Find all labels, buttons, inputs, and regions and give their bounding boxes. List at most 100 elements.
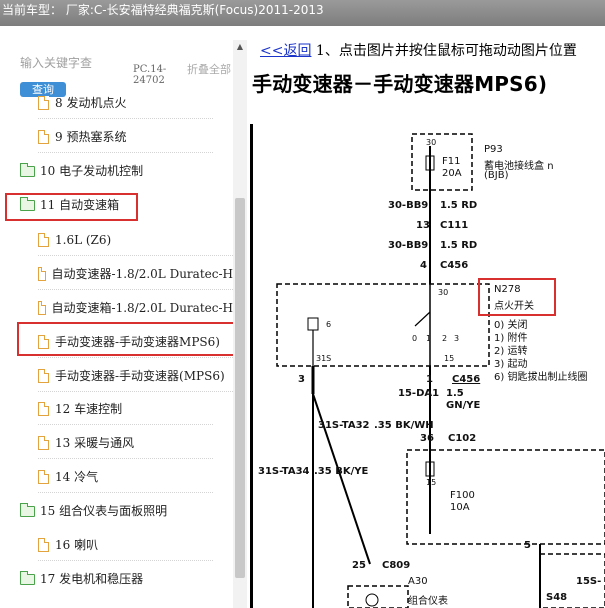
tree-item-glow-plug[interactable]: 9 预热塞系统 xyxy=(38,122,213,153)
tree-item-label: 10 电子发动机控制 xyxy=(40,164,144,178)
folder-icon xyxy=(20,570,35,585)
label-f11-amp: 20A xyxy=(442,168,462,179)
highlight-box-auto-transmission xyxy=(5,193,138,221)
document-icon xyxy=(38,267,46,281)
tree-item-label: 17 发电机和稳压器 xyxy=(40,572,144,586)
label-sw-2: 2 xyxy=(442,334,448,343)
document-icon xyxy=(38,96,49,110)
folder-icon xyxy=(20,502,35,517)
label-sw-1: 1 xyxy=(426,334,432,343)
document-icon xyxy=(38,436,49,450)
tree-item-ignition[interactable]: 8 发动机点火 xyxy=(38,88,213,119)
document-icon xyxy=(38,470,49,484)
label-a30: A30 xyxy=(408,576,428,587)
document-icon xyxy=(38,538,49,552)
label-pin-15: 15 xyxy=(444,354,455,363)
label-w3-size: 1.5 xyxy=(446,388,464,399)
search-input[interactable]: 输入关键字查 xyxy=(20,54,92,71)
label-w5-code: 31S-TA34 xyxy=(258,466,310,477)
label-bjb: (BJB) xyxy=(484,170,509,181)
tree-item-speed-control[interactable]: 12 车速控制 xyxy=(38,394,213,425)
label-pos6: 6) 钥匙拔出制止线圈 xyxy=(494,372,588,383)
collapse-all-button[interactable]: 折叠全部 xyxy=(187,64,231,76)
tree-item-label: 8 发动机点火 xyxy=(55,96,127,110)
label-w3-code: 15-DA1 xyxy=(398,388,440,399)
document-icon xyxy=(38,301,46,315)
label-f100-15: 15 xyxy=(426,478,437,487)
tree-item-label: 1.6L (Z6) xyxy=(55,233,112,247)
label-w5-size: .35 BK/YE xyxy=(314,466,369,477)
label-w6-code: 15S- xyxy=(576,576,602,587)
label-w1-size: 1.5 RD xyxy=(440,200,478,211)
document-icon xyxy=(38,130,49,144)
label-w2-code: 30-BB9 xyxy=(388,240,429,251)
wiring-diagram[interactable]: 手动变速器－手动变速器MPS6) P93 蓄电池接线盒 n (BJB) 30 F… xyxy=(250,64,605,608)
back-link[interactable]: <<返回 xyxy=(260,43,311,59)
tree-item-1-6l[interactable]: 1.6L (Z6) xyxy=(38,225,233,256)
label-c809: C809 xyxy=(382,560,411,571)
tree-item-manual-trans-2[interactable]: 手动变速器-手动变速器(MPS6) xyxy=(38,361,233,392)
sidebar-panel: 输入关键字查 查询 PC.14-24702 折叠全部 8 发动机点火 9 预热塞… xyxy=(0,26,251,608)
label-w4-code: 31S-TA32 xyxy=(318,420,370,431)
label-w4-size: .35 BK/WH xyxy=(374,420,434,431)
window-title: 当前车型： 厂家:C-长安福特经典福克斯(Focus)2011-2013 xyxy=(0,0,605,26)
label-p93: P93 xyxy=(484,144,503,155)
label-c102-pin: 36 xyxy=(420,433,434,444)
pc-code: PC.14-24702 xyxy=(133,64,167,86)
label-c456-pin-top: 4 xyxy=(420,260,427,271)
tree-item-generator[interactable]: 17 发电机和稳压器 xyxy=(20,564,143,594)
tree-item-instrument-cluster[interactable]: 15 组合仪表与面板照明 xyxy=(20,496,167,526)
label-c456-top: C456 xyxy=(440,260,469,271)
tree-item-label: 16 喇叭 xyxy=(55,538,99,552)
label-f100: F100 xyxy=(450,490,475,501)
tree-item-heating[interactable]: 13 采暖与通风 xyxy=(38,428,213,459)
label-sw-30: 30 xyxy=(438,288,449,297)
tree-item-label: 15 组合仪表与面板照明 xyxy=(40,504,168,518)
label-f11: F11 xyxy=(442,156,461,167)
label-c456-b: C456 xyxy=(452,374,481,385)
label-a30-desc: 组合仪表 xyxy=(408,596,448,607)
label-w2-size: 1.5 RD xyxy=(440,240,478,251)
tree-item-ac[interactable]: 14 冷气 xyxy=(38,462,213,493)
tree-item-label: 13 采暖与通风 xyxy=(55,436,135,450)
instruction-bar: <<返回 1、点击图片并按住鼠标可拖动动图片位置 xyxy=(260,40,577,60)
search-row: 输入关键字查 查询 PC.14-24702 折叠全部 xyxy=(0,42,232,97)
tree-item-label: 14 冷气 xyxy=(55,470,99,484)
tree-item-engine-control[interactable]: 10 电子发动机控制 xyxy=(20,156,143,186)
highlight-box-selected-item xyxy=(17,322,236,356)
label-c111-pin: 13 xyxy=(416,220,430,231)
label-pin-31s: 31S xyxy=(316,354,332,363)
tree-item-horn[interactable]: 16 喇叭 xyxy=(38,530,213,561)
label-p93-n: n xyxy=(547,161,554,172)
label-f100-amp: 10A xyxy=(450,502,470,513)
document-icon xyxy=(38,402,49,416)
document-icon xyxy=(38,233,49,247)
sidebar-scrollbar[interactable]: ▲ xyxy=(233,40,247,608)
tree-item-auto-trans-duratec-2[interactable]: 自动变速箱-1.8/2.0L Duratec-H xyxy=(38,293,233,324)
highlight-box-n278 xyxy=(478,278,556,316)
tree-item-label: 12 车速控制 xyxy=(55,402,123,416)
label-c111: C111 xyxy=(440,220,469,231)
folder-icon xyxy=(20,162,35,177)
label-pin5: 5 xyxy=(524,540,531,551)
label-pin3: 3 xyxy=(298,374,305,385)
label-c102: C102 xyxy=(448,433,477,444)
tree-item-auto-trans-duratec-1[interactable]: 自动变速器-1.8/2.0L Duratec-H xyxy=(38,259,233,290)
scroll-up-icon[interactable]: ▲ xyxy=(233,40,247,54)
label-s48: S48 xyxy=(546,592,568,603)
tree-item-label: 9 预热塞系统 xyxy=(55,130,127,144)
scrollbar-thumb[interactable] xyxy=(235,198,245,578)
label-c809-pin: 25 xyxy=(352,560,366,571)
instruction-text: 1、点击图片并按住鼠标可拖动动图片位置 xyxy=(315,43,577,59)
label-w1-code: 30-BB9 xyxy=(388,200,429,211)
document-icon xyxy=(38,369,49,383)
label-w3-color: GN/YE xyxy=(446,400,481,411)
tree-item-label: 自动变速器-1.8/2.0L Duratec-H xyxy=(51,267,233,281)
label-relay-pin6: 6 xyxy=(326,320,332,329)
label-sw-0: 0 xyxy=(412,334,418,343)
tree-item-label: 自动变速箱-1.8/2.0L Duratec-H xyxy=(51,301,233,315)
tree-item-label: 手动变速器-手动变速器(MPS6) xyxy=(55,369,225,383)
label-fuse-30: 30 xyxy=(426,138,437,147)
label-sw-3: 3 xyxy=(454,334,460,343)
content-area: <<返回 1、点击图片并按住鼠标可拖动动图片位置 手动变速器－手动变速器MPS6… xyxy=(250,26,605,608)
